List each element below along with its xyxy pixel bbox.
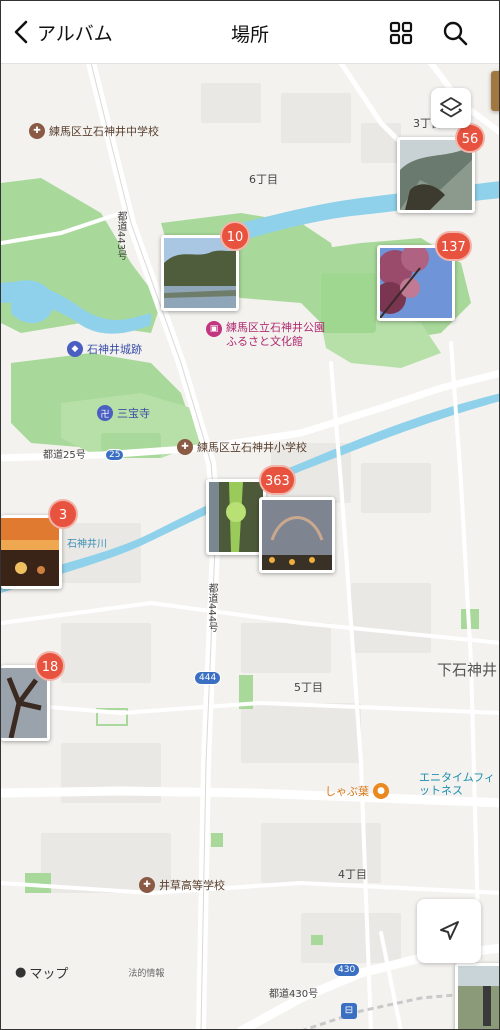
poi-highschool[interactable]: ✚ 井草高等学校 [139,877,225,893]
poi-furusato[interactable]: ▣ 練馬区立石神井公園ふるさと文化館 [206,321,326,349]
photo-thumbnail [1,668,47,739]
road-label-25: 都道25号 [43,450,86,461]
photo-thumbnail [491,71,499,111]
district-4chome: 4丁目 [338,868,367,881]
road-label-vertical-top: 都道443号 [115,211,126,261]
poi-shabuyo[interactable]: しゃぶ葉 ● [325,783,393,799]
school-icon: ✚ [29,123,45,139]
header-bar: アルバム 場所 [1,1,499,64]
road-badge-25: 25 [105,449,125,461]
poi-elementary[interactable]: ✚ 練馬区立石神井小学校 [177,439,307,455]
road-label-444: 都道444号 [206,583,217,633]
poi-junior-high[interactable]: ✚ 練馬区立石神井中学校 [29,123,159,139]
museum-icon: ▣ [206,321,222,337]
page-title: 場所 [230,24,269,46]
layers-icon [440,97,462,118]
district-6chome: 6丁目 [249,173,278,186]
road-badge-430: 430 [333,963,361,977]
road-badge-444: 444 [194,671,222,685]
photo-thumbnail [458,966,499,1029]
layers-button[interactable] [431,88,471,128]
poi-castle[interactable]: ◆ 石神井城跡 [67,341,142,357]
landmark-icon: ◆ [67,341,83,357]
cluster-count-badge[interactable]: 363 [259,465,296,495]
cluster-count-badge[interactable]: 137 [435,231,472,261]
district-5chome: 5丁目 [294,681,323,694]
photo-cluster[interactable] [455,963,499,1029]
road-label-430: 都道430号 [269,989,319,1000]
photo-thumbnail [164,238,236,308]
school-icon: ✚ [139,877,155,893]
photo-thumbnail [262,500,332,570]
legal-link[interactable]: 法的情報 [128,966,164,979]
temple-icon: 卍 [97,405,113,421]
poi-anytime[interactable]: エニタイムフィットネス [419,771,499,797]
cluster-count-badge[interactable]: 10 [220,221,250,251]
grid-icon[interactable] [387,19,415,47]
current-location-button[interactable] [417,899,481,963]
photo-cluster[interactable] [1,515,62,589]
photo-thumbnail [209,482,263,552]
photo-cluster[interactable] [259,497,335,573]
train-station-icon[interactable]: ⊟ [341,1003,357,1019]
location-arrow-icon [440,921,459,940]
restaurant-icon: ● [373,783,389,799]
school-icon: ✚ [177,439,193,455]
river-label: 石神井川 [67,539,107,550]
photo-cluster-edge[interactable] [491,71,499,111]
app-frame: アルバム 場所 6丁目 5丁目 4丁目 3丁目 下石神井 ✚ 練馬区立石神井中学… [0,0,500,1030]
poi-sanpoji[interactable]: 卍 三宝寺 [97,405,150,421]
photo-thumbnail [1,518,59,586]
apple-logo-icon: ● [15,965,27,980]
cluster-count-badge[interactable]: 18 [35,651,65,681]
map-view[interactable]: 6丁目 5丁目 4丁目 3丁目 下石神井 ✚ 練馬区立石神井中学校 ▣ 練馬区立… [1,58,499,1029]
cluster-count-badge[interactable]: 3 [48,499,78,529]
map-attribution: ● マップ 法的情報 [15,965,165,982]
photo-cluster-back[interactable] [206,479,266,555]
search-icon[interactable] [441,19,469,47]
district-shimo-shakujii: 下石神井 [437,661,498,679]
